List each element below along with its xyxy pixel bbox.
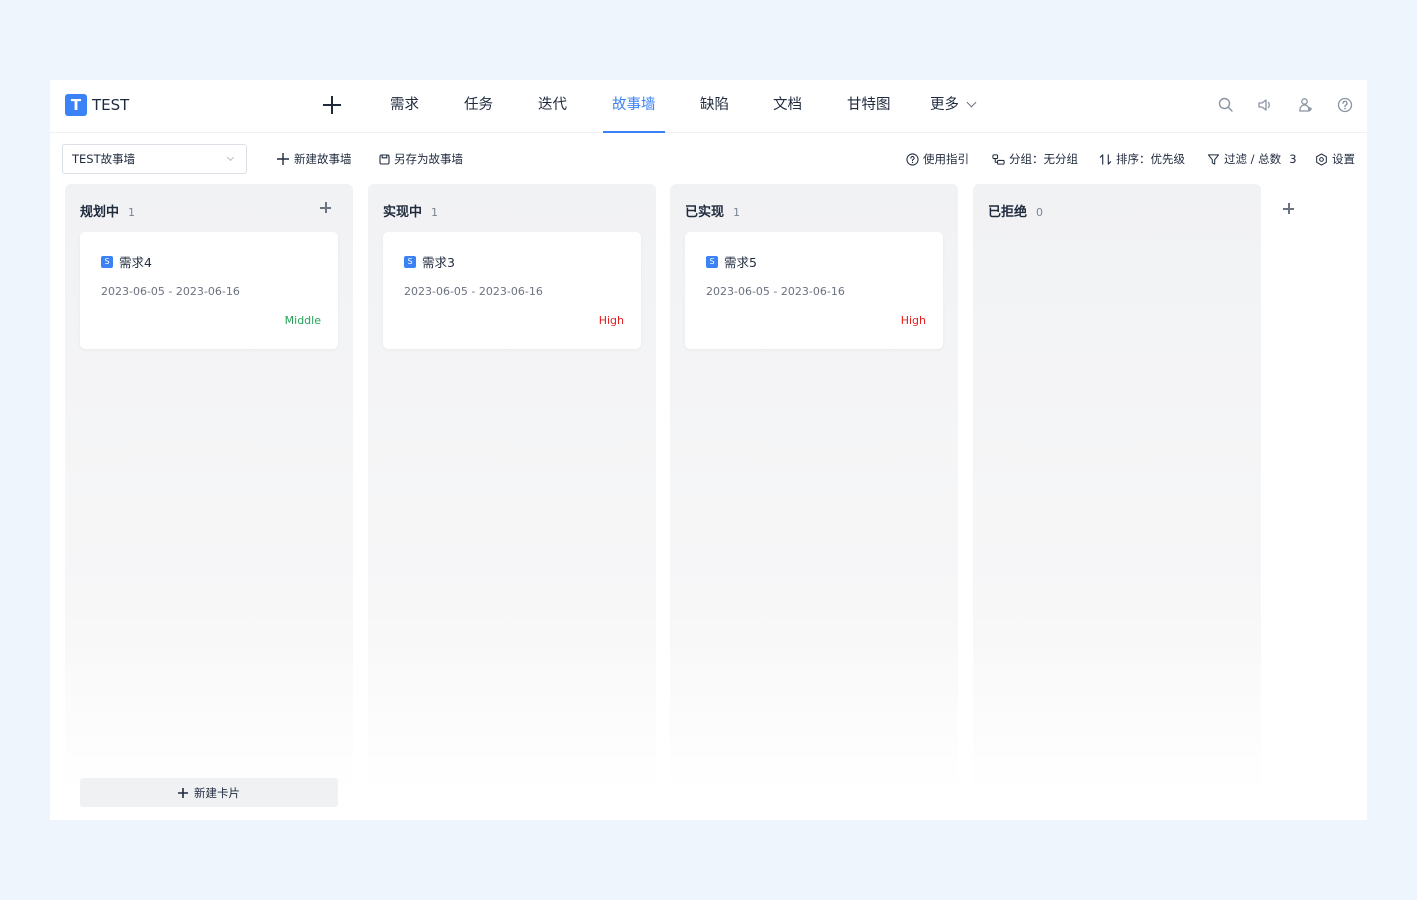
column-count: 1 <box>431 206 439 219</box>
new-card-button[interactable]: 新建卡片 <box>80 778 338 807</box>
card-title-text: 需求3 <box>422 255 455 270</box>
help-circle-icon <box>906 152 919 166</box>
guide-button[interactable]: 使用指引 <box>906 151 969 167</box>
card-priority: Middle <box>284 314 321 327</box>
column-title: 规划中 <box>80 205 120 220</box>
column-header: 已实现 1 <box>685 201 740 220</box>
help-icon[interactable] <box>1336 96 1354 114</box>
card-date-range: 2023-06-05 - 2023-06-16 <box>706 285 845 298</box>
story-card[interactable]: S 需求4 2023-06-05 - 2023-06-16 Middle <box>80 232 338 349</box>
tab-iterations[interactable]: 迭代 <box>538 80 567 133</box>
add-card-icon[interactable] <box>320 202 331 213</box>
story-type-icon: S <box>404 255 416 268</box>
tab-tasks[interactable]: 任务 <box>464 80 493 133</box>
column-rejected: 已拒绝 0 <box>973 184 1261 794</box>
new-story-wall-label: 新建故事墙 <box>294 152 352 166</box>
save-as-story-wall-button[interactable]: 另存为故事墙 <box>379 151 463 167</box>
group-by-label: 分组：无分组 <box>1009 152 1078 166</box>
column-in-progress: 实现中 1 S 需求3 2023-06-05 - 2023-06-16 High <box>368 184 656 794</box>
tab-requirements[interactable]: 需求 <box>390 80 419 133</box>
card-title: S 需求4 <box>101 252 152 271</box>
story-card[interactable]: S 需求3 2023-06-05 - 2023-06-16 High <box>383 232 641 349</box>
column-done: 已实现 1 S 需求5 2023-06-05 - 2023-06-16 High <box>670 184 958 794</box>
project-logo[interactable]: T TEST <box>65 94 129 116</box>
guide-label: 使用指引 <box>923 152 969 166</box>
filter-total-count: 3 <box>1289 152 1297 166</box>
group-icon <box>992 153 1005 165</box>
settings-button[interactable]: 设置 <box>1315 151 1355 167</box>
save-as-label: 另存为故事墙 <box>394 152 463 166</box>
chevron-down-icon <box>226 153 235 162</box>
column-header: 规划中 1 <box>80 201 135 220</box>
filter-label: 过滤 / 总数 <box>1224 152 1282 166</box>
story-type-icon: S <box>706 255 718 268</box>
tab-gantt[interactable]: 甘特图 <box>847 80 891 133</box>
search-icon[interactable] <box>1217 96 1235 114</box>
sort-icon <box>1099 153 1112 165</box>
column-count: 0 <box>1036 206 1044 219</box>
column-planning: 规划中 1 S 需求4 2023-06-05 - 2023-06-16 Midd… <box>65 184 353 794</box>
project-logo-icon: T <box>65 94 87 116</box>
plus-icon <box>277 153 289 165</box>
card-title-text: 需求4 <box>119 255 152 270</box>
tab-more-label: 更多 <box>930 97 959 113</box>
column-title: 已拒绝 <box>988 205 1028 220</box>
column-title: 实现中 <box>383 205 423 220</box>
card-priority: High <box>900 314 926 327</box>
create-plus-icon[interactable] <box>322 95 342 115</box>
column-title: 已实现 <box>685 205 725 220</box>
card-title: S 需求5 <box>706 252 757 271</box>
sort-label: 排序：优先级 <box>1116 152 1185 166</box>
column-header: 已拒绝 0 <box>988 201 1043 220</box>
gear-icon <box>1316 152 1327 166</box>
save-icon <box>379 153 390 165</box>
filter-icon <box>1207 153 1220 165</box>
card-title-text: 需求5 <box>724 255 757 270</box>
story-wall-select-value: TEST故事墙 <box>72 152 136 166</box>
new-card-label: 新建卡片 <box>194 785 240 800</box>
column-count: 1 <box>128 206 136 219</box>
filter-button[interactable]: 过滤 / 总数 3 <box>1207 151 1297 167</box>
chevron-down-icon <box>966 97 977 108</box>
column-header: 实现中 1 <box>383 201 438 220</box>
story-type-icon: S <box>101 255 113 268</box>
story-wall-select[interactable]: TEST故事墙 <box>62 144 247 174</box>
group-by-button[interactable]: 分组：无分组 <box>992 151 1078 167</box>
new-story-wall-button[interactable]: 新建故事墙 <box>276 151 352 167</box>
card-title: S 需求3 <box>404 252 455 271</box>
card-priority: High <box>598 314 624 327</box>
settings-label: 设置 <box>1332 152 1355 166</box>
app-window: T TEST 需求 任务 迭代 故事墙 缺陷 文档 甘特图 更多 TEST故事墙… <box>50 80 1367 820</box>
story-card[interactable]: S 需求5 2023-06-05 - 2023-06-16 High <box>685 232 943 349</box>
tab-more[interactable]: 更多 <box>930 80 977 133</box>
add-column-icon[interactable] <box>1283 203 1294 214</box>
project-name: TEST <box>92 96 130 114</box>
top-nav: T TEST 需求 任务 迭代 故事墙 缺陷 文档 甘特图 更多 <box>50 80 1367 133</box>
plus-icon <box>178 787 188 798</box>
tab-defects[interactable]: 缺陷 <box>700 80 729 133</box>
column-count: 1 <box>733 206 741 219</box>
user-add-icon[interactable] <box>1296 96 1314 114</box>
card-date-range: 2023-06-05 - 2023-06-16 <box>404 285 543 298</box>
card-date-range: 2023-06-05 - 2023-06-16 <box>101 285 240 298</box>
tab-story-wall[interactable]: 故事墙 <box>603 80 664 133</box>
sort-button[interactable]: 排序：优先级 <box>1099 151 1185 167</box>
speaker-icon[interactable] <box>1256 96 1274 114</box>
tab-documents[interactable]: 文档 <box>773 80 802 133</box>
